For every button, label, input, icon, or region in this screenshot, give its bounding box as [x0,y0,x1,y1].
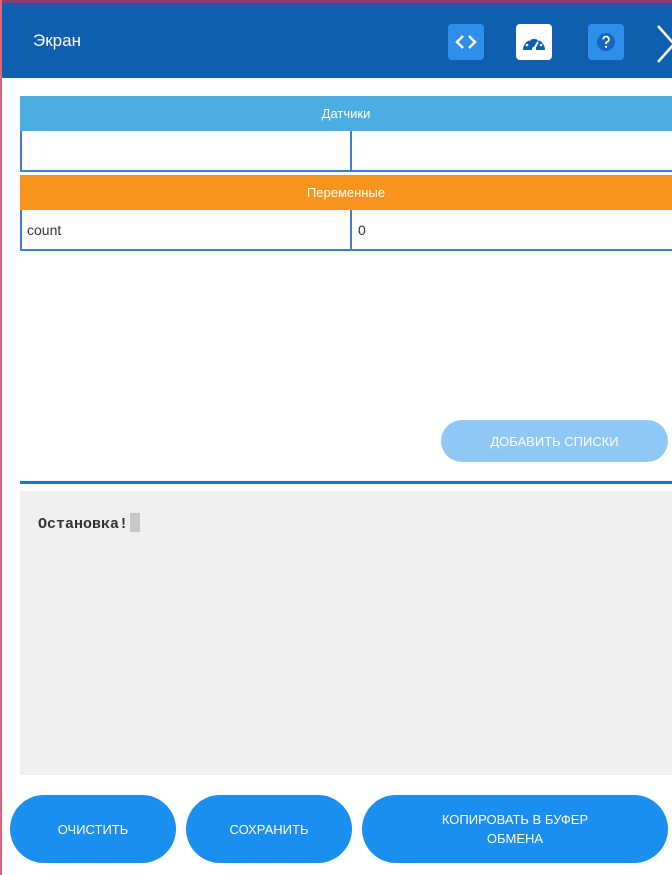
sensor-name-cell [22,131,350,170]
text-cursor [130,513,141,532]
console-text: Остановка! [38,516,129,533]
header-bar: Экран [2,3,672,78]
code-brackets-icon [455,35,477,49]
sensors-dashboard-button[interactable] [516,24,552,60]
dashboard-gauge-icon [523,36,545,51]
variable-name-cell: count [27,221,62,238]
window-left-edge [0,0,2,875]
variable-value-cell: 0 [350,210,672,249]
variables-table-row: count 0 [20,210,672,251]
clear-button[interactable]: ОЧИСТИТЬ [10,795,176,863]
help-button[interactable] [588,24,624,60]
sensors-section-header: Датчики [20,96,672,131]
save-button[interactable]: СОХРАНИТЬ [186,795,352,863]
sensor-value-cell [350,131,672,170]
close-icon [657,25,672,63]
code-button[interactable] [448,24,484,60]
help-icon [597,33,615,51]
copy-to-clipboard-button[interactable]: КОПИРОВАТЬ В БУФЕР ОБМЕНА [362,795,668,863]
close-button[interactable] [650,18,672,66]
console-output[interactable]: Остановка! [20,491,672,775]
sensors-table-row [20,131,672,172]
copy-button-label: КОПИРОВАТЬ В БУФЕР ОБМЕНА [441,812,589,846]
add-lists-button[interactable]: ДОБАВИТЬ СПИСКИ [441,420,668,462]
variables-section-header: Переменные [20,175,672,210]
page-title: Экран [33,31,81,50]
section-divider [20,481,672,484]
